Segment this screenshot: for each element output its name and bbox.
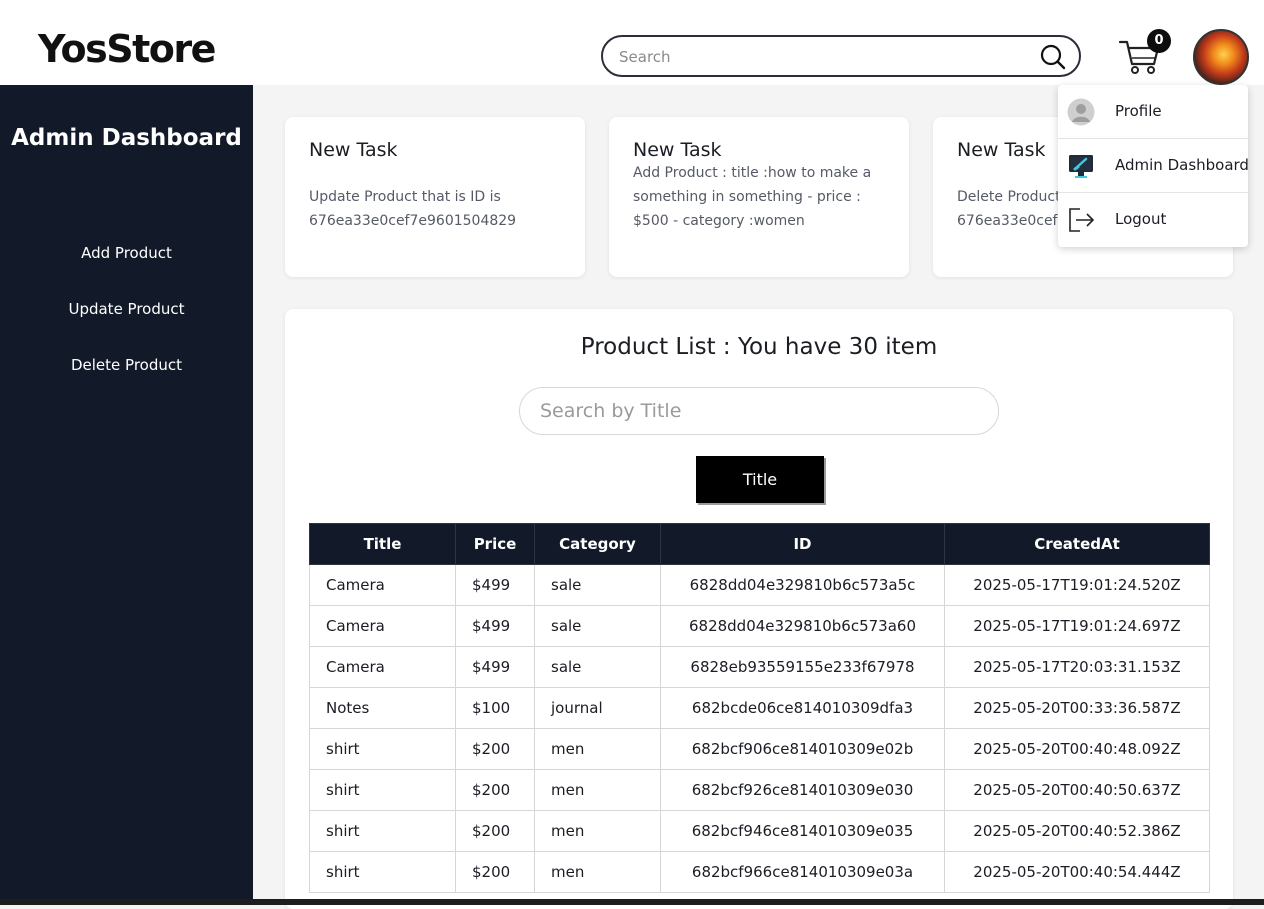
dropdown-item-admin-dashboard[interactable]: Admin Dashboard (1058, 139, 1249, 193)
cell-id: 682bcf906ce814010309e02b (660, 728, 945, 770)
cell-createdat: 2025-05-17T19:01:24.520Z (944, 564, 1210, 606)
sidebar-title: Admin Dashboard (11, 125, 242, 151)
search-input[interactable] (619, 45, 1019, 69)
status-strip (0, 899, 1264, 905)
cell-createdat: 2025-05-20T00:40:48.092Z (944, 728, 1210, 770)
dashboard-monitor-icon (1069, 155, 1093, 178)
product-table: Title Price Category ID CreatedAt Camera… (309, 523, 1210, 893)
cell-title: shirt (309, 851, 456, 893)
cell-price: $200 (455, 769, 535, 811)
cell-createdat: 2025-05-20T00:33:36.587Z (944, 687, 1210, 729)
table-row[interactable]: shirt $200 men 682bcf946ce814010309e035 2025… (309, 810, 1210, 852)
column-header-id[interactable]: ID (660, 523, 945, 565)
cell-title: shirt (309, 728, 456, 770)
cell-category: journal (534, 687, 661, 729)
filter-title-button[interactable]: Title (696, 456, 824, 503)
user-dropdown-menu: Profile Admin Dashboard Logout (1058, 85, 1249, 247)
logout-icon (1069, 208, 1095, 232)
cell-category: sale (534, 605, 661, 647)
cell-createdat: 2025-05-20T00:40:54.444Z (944, 851, 1210, 893)
cell-price: $499 (455, 605, 535, 647)
user-avatar-icon (1067, 98, 1095, 126)
dropdown-label: Profile (1115, 102, 1162, 120)
table-row[interactable]: Notes $100 journal 682bcde06ce814010309dfa3… (309, 687, 1210, 729)
sidebar-item-update-product[interactable]: Update Product (0, 300, 253, 318)
sidebar-item-add-product[interactable]: Add Product (0, 244, 253, 262)
cell-category: men (534, 728, 661, 770)
cell-price: $200 (455, 728, 535, 770)
cell-createdat: 2025-05-17T20:03:31.153Z (944, 646, 1210, 688)
dropdown-label: Admin Dashboard (1115, 156, 1249, 174)
cell-price: $100 (455, 687, 535, 729)
dropdown-item-logout[interactable]: Logout (1058, 193, 1248, 247)
cell-category: men (534, 810, 661, 852)
cell-id: 682bcf946ce814010309e035 (660, 810, 945, 852)
column-header-category[interactable]: Category (534, 523, 661, 565)
cell-id: 6828dd04e329810b6c573a5c (660, 564, 945, 606)
column-header-title[interactable]: Title (309, 523, 456, 565)
cell-title: Camera (309, 646, 456, 688)
cell-price: $200 (455, 810, 535, 852)
cell-id: 6828dd04e329810b6c573a60 (660, 605, 945, 647)
cell-id: 682bcf926ce814010309e030 (660, 769, 945, 811)
cell-createdat: 2025-05-17T19:01:24.697Z (944, 605, 1210, 647)
admin-sidebar: Admin Dashboard Add Product Update Produ… (0, 85, 253, 905)
table-header-row: Title Price Category ID CreatedAt (309, 523, 1210, 565)
cell-category: men (534, 851, 661, 893)
dropdown-label: Logout (1115, 210, 1167, 228)
title-search-box[interactable] (519, 387, 999, 435)
sidebar-item-delete-product[interactable]: Delete Product (0, 356, 253, 374)
table-row[interactable]: shirt $200 men 682bcf966ce814010309e03a 2025… (309, 851, 1210, 893)
header-search[interactable] (601, 35, 1081, 77)
table-row[interactable]: shirt $200 men 682bcf906ce814010309e02b 2025… (309, 728, 1210, 770)
cell-title: Camera (309, 564, 456, 606)
cell-id: 682bcde06ce814010309dfa3 (660, 687, 945, 729)
cell-id: 6828eb93559155e233f67978 (660, 646, 945, 688)
task-body: Update Product that is ID is 676ea33e0ce… (309, 189, 517, 229)
cell-id: 682bcf966ce814010309e03a (660, 851, 945, 893)
dropdown-item-profile[interactable]: Profile (1058, 85, 1248, 139)
cell-category: sale (534, 646, 661, 688)
store-logo[interactable]: YosStore (38, 30, 216, 68)
cart-count-badge: 0 (1147, 29, 1171, 53)
task-title: New Task (309, 139, 398, 161)
task-card: New Task Add Product : title :how to mak… (609, 117, 909, 277)
cell-price: $200 (455, 851, 535, 893)
product-list-panel: Product List : You have 30 item Title Ti… (285, 309, 1233, 909)
user-avatar[interactable] (1193, 29, 1249, 85)
top-header: YosStore 0 (0, 0, 1264, 85)
column-header-createdat[interactable]: CreatedAt (944, 523, 1210, 565)
search-icon[interactable] (1039, 43, 1067, 71)
task-card: New Task Update Product that is ID is 67… (285, 117, 585, 277)
cell-createdat: 2025-05-20T00:40:50.637Z (944, 769, 1210, 811)
title-search-input[interactable] (540, 398, 970, 424)
column-header-price[interactable]: Price (455, 523, 535, 565)
table-row[interactable]: Camera $499 sale 6828dd04e329810b6c573a60 20… (309, 605, 1210, 647)
cell-category: men (534, 769, 661, 811)
task-body: Add Product : title :how to make a somet… (633, 165, 872, 229)
cell-createdat: 2025-05-20T00:40:52.386Z (944, 810, 1210, 852)
cell-price: $499 (455, 564, 535, 606)
table-row[interactable]: Camera $499 sale 6828dd04e329810b6c573a5c 20… (309, 564, 1210, 606)
cell-category: sale (534, 564, 661, 606)
table-row[interactable]: shirt $200 men 682bcf926ce814010309e030 2025… (309, 769, 1210, 811)
table-row[interactable]: Camera $499 sale 6828eb93559155e233f67978 20… (309, 646, 1210, 688)
cell-title: shirt (309, 810, 456, 852)
cell-title: shirt (309, 769, 456, 811)
cell-title: Notes (309, 687, 456, 729)
cell-title: Camera (309, 605, 456, 647)
task-title: New Task (633, 139, 722, 161)
product-list-heading: Product List : You have 30 item (580, 334, 938, 360)
cell-price: $499 (455, 646, 535, 688)
